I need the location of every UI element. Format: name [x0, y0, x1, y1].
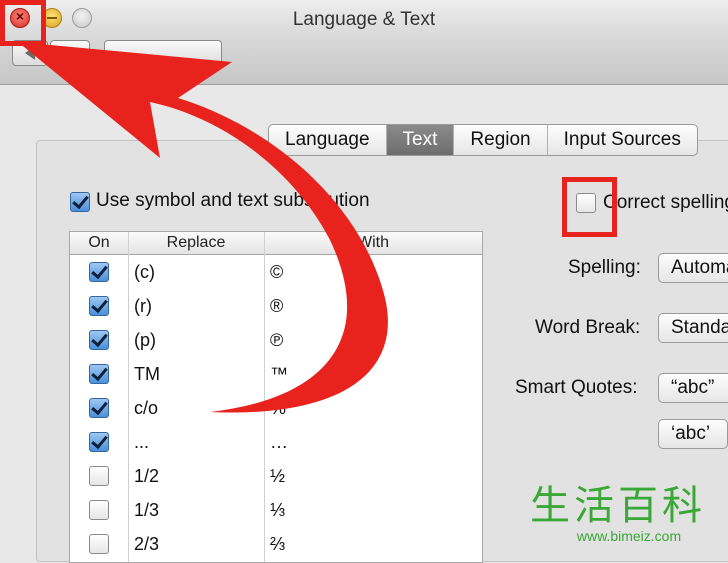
with-cell[interactable]: ⅓	[270, 493, 285, 527]
with-cell[interactable]: ½	[270, 459, 285, 493]
spelling-label: Spelling:	[568, 257, 641, 278]
table-row[interactable]: (p) ℗	[70, 323, 482, 357]
forward-button[interactable]	[50, 40, 90, 66]
replace-cell[interactable]: 2/3	[134, 527, 159, 561]
watermark-text: 生活百科	[530, 484, 706, 528]
tab-input-sources[interactable]: Input Sources	[548, 125, 697, 155]
word-break-label: Word Break:	[535, 317, 641, 338]
replace-cell[interactable]: TM	[134, 357, 160, 391]
substitution-checkbox[interactable]	[70, 192, 90, 212]
table-row[interactable]: ... …	[70, 425, 482, 459]
column-header-with[interactable]: With	[264, 232, 482, 254]
table-row[interactable]: c/o ℅	[70, 391, 482, 425]
table-row[interactable]: (r) ®	[70, 289, 482, 323]
close-highlight-box	[0, 0, 46, 46]
smart-quotes-label: Smart Quotes:	[515, 377, 638, 398]
title-bar: × Language & Text	[0, 0, 728, 39]
correct-spelling-label: Correct spelling automatically	[603, 192, 728, 213]
table-row[interactable]: 1/3 ⅓	[70, 493, 482, 527]
column-header-replace[interactable]: Replace	[128, 232, 264, 254]
row-on-checkbox[interactable]	[89, 398, 109, 418]
tab-bar: Language Text Region Input Sources	[268, 124, 698, 156]
back-arrow-icon	[25, 46, 35, 60]
row-on-checkbox[interactable]	[89, 262, 109, 282]
replace-cell[interactable]: ...	[134, 425, 149, 459]
tab-region[interactable]: Region	[454, 125, 548, 155]
word-break-popup[interactable]: Standard	[658, 313, 728, 343]
row-on-checkbox[interactable]	[89, 534, 109, 554]
with-cell[interactable]: ®	[270, 289, 283, 323]
smart-quotes-single-popup[interactable]: ‘abc’	[658, 419, 728, 449]
with-cell[interactable]: ™	[270, 357, 288, 391]
table-header: On Replace With	[70, 232, 482, 255]
checkbox-highlight-box	[562, 177, 617, 237]
with-cell[interactable]: ℅	[270, 391, 286, 425]
tab-language[interactable]: Language	[269, 125, 387, 155]
substitution-table: On Replace With (c) © (r) ® (p) ℗ TM ™ c/o ℅...… 1…	[69, 231, 483, 563]
replace-cell[interactable]: c/o	[134, 391, 158, 425]
smart-quotes-double-popup[interactable]: “abc”	[658, 373, 728, 403]
column-header-on[interactable]: On	[70, 232, 128, 254]
table-row[interactable]: 1/2 ½	[70, 459, 482, 493]
row-on-checkbox[interactable]	[89, 432, 109, 452]
row-on-checkbox[interactable]	[89, 466, 109, 486]
with-cell[interactable]: ©	[270, 255, 283, 289]
table-row[interactable]: 2/3 ⅔	[70, 527, 482, 561]
row-on-checkbox[interactable]	[89, 330, 109, 350]
window-title: Language & Text	[292, 9, 436, 30]
tab-text[interactable]: Text	[386, 125, 455, 155]
replace-cell[interactable]: (p)	[134, 323, 156, 357]
with-cell[interactable]: …	[270, 425, 288, 459]
toolbar	[0, 38, 728, 85]
row-on-checkbox[interactable]	[89, 364, 109, 384]
watermark-url: www.bimeiz.com	[576, 528, 682, 544]
row-on-checkbox[interactable]	[89, 296, 109, 316]
replace-cell[interactable]: 1/2	[134, 459, 159, 493]
replace-cell[interactable]: (c)	[134, 255, 155, 289]
with-cell[interactable]: ⅔	[270, 527, 285, 561]
watermark: 生活百科 www.bimeiz.com	[530, 484, 728, 546]
replace-cell[interactable]: (r)	[134, 289, 152, 323]
table-row[interactable]: TM ™	[70, 357, 482, 391]
show-all-button[interactable]	[104, 40, 222, 66]
table-row[interactable]: (c) ©	[70, 255, 482, 289]
row-on-checkbox[interactable]	[89, 500, 109, 520]
with-cell[interactable]: ℗	[270, 323, 283, 357]
spelling-popup[interactable]: Automatic by Language	[658, 253, 728, 283]
substitution-label: Use symbol and text substitution	[96, 190, 370, 211]
replace-cell[interactable]: 1/3	[134, 493, 159, 527]
